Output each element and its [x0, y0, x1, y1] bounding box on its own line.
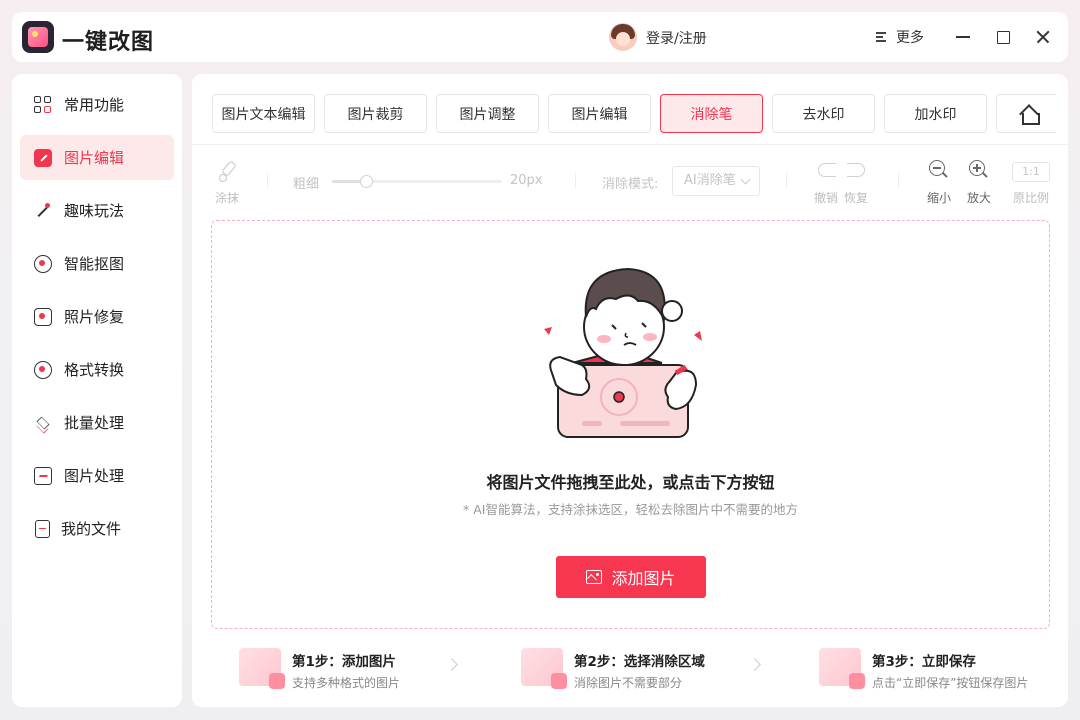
home-button[interactable] [996, 94, 1056, 133]
layers-icon [34, 414, 52, 432]
sidebar-item-label: 智能抠图 [64, 255, 125, 273]
thickness-slider-handle[interactable] [360, 175, 373, 188]
add-image-step-icon [239, 648, 285, 689]
zoom-out-icon[interactable] [929, 160, 949, 180]
sidebar-item-label: 图片编辑 [64, 149, 125, 167]
select-area-step-icon [521, 648, 567, 689]
thickness-slider[interactable] [332, 175, 502, 188]
sidebar-item-label: 批量处理 [64, 414, 125, 432]
step-desc: 点击“立即保存”按钮保存图片 [872, 676, 1029, 690]
sidebar-item-label: 照片修复 [64, 308, 125, 326]
zoom-out-label: 缩小 [927, 191, 952, 205]
edit-icon [34, 148, 52, 167]
tab-remove-watermark[interactable]: 去水印 [772, 94, 875, 133]
file-icon [35, 519, 50, 538]
sidebar-item-batch[interactable]: 批量处理 [20, 400, 174, 445]
minimize-button[interactable] [951, 25, 975, 49]
redo-label: 恢复 [844, 191, 869, 205]
cutout-icon [34, 254, 52, 273]
app-title: 一键改图 [62, 30, 155, 55]
undo-icon[interactable] [818, 163, 836, 177]
boy-with-tablet-illustration [544, 267, 702, 438]
main-panel: 图片文本编辑 图片裁剪 图片调整 图片编辑 消除笔 去水印 加水印 涂抹 粗细 … [192, 74, 1068, 707]
steps-guide: 第1步：添加图片 支持多种格式的图片 第2步：选择消除区域 消除图片不需要部分 … [192, 640, 1068, 700]
user-avatar[interactable] [609, 23, 637, 51]
repair-icon [34, 307, 52, 326]
picture-icon [34, 466, 52, 485]
drop-zone[interactable]: 将图片文件拖拽至此处，或点击下方按钮 * AI智能算法，支持涂抹选区，轻松去除图… [211, 220, 1050, 629]
app-window: 一键改图 登录/注册 更多 常用功能 图片编辑 趣味玩法 智能抠图 照片修复 格… [0, 0, 1080, 720]
chevron-right-icon [445, 658, 458, 671]
grid-icon [34, 95, 52, 114]
sidebar-item-common[interactable]: 常用功能 [20, 82, 174, 127]
close-button[interactable] [1031, 25, 1055, 49]
tab-image-text-edit[interactable]: 图片文本编辑 [212, 94, 315, 133]
sidebar-item-label: 图片处理 [64, 467, 125, 485]
sidebar-item-image-edit[interactable]: 图片编辑 [20, 135, 174, 180]
sidebar-item-repair[interactable]: 照片修复 [20, 294, 174, 339]
undo-label: 撤销 [814, 191, 839, 205]
sidebar-item-convert[interactable]: 格式转换 [20, 347, 174, 392]
home-icon [1020, 106, 1040, 125]
step-title: 第3步：立即保存 [872, 654, 976, 670]
magic-icon [34, 202, 52, 220]
maximize-button[interactable] [991, 25, 1015, 49]
mode-select-value: AI消除笔 [684, 173, 736, 188]
sidebar-item-label: 趣味玩法 [64, 202, 125, 220]
sidebar-item-label: 格式转换 [64, 361, 125, 379]
zoom-in-label: 放大 [967, 191, 992, 205]
chevron-down-icon [740, 174, 751, 185]
chevron-right-icon [748, 658, 761, 671]
sidebar-item-my-files[interactable]: 我的文件 [20, 506, 174, 551]
tab-image-edit[interactable]: 图片编辑 [548, 94, 651, 133]
thickness-label: 粗细 [293, 177, 320, 192]
thickness-value: 20px [510, 173, 543, 188]
sidebar: 常用功能 图片编辑 趣味玩法 智能抠图 照片修复 格式转换 批量处理 图片处理 [12, 74, 182, 707]
tab-adjust[interactable]: 图片调整 [436, 94, 539, 133]
step-title: 第2步：选择消除区域 [574, 654, 705, 670]
more-label: 更多 [896, 30, 924, 46]
tab-add-watermark[interactable]: 加水印 [884, 94, 987, 133]
sidebar-item-image-process[interactable]: 图片处理 [20, 453, 174, 498]
step-desc: 消除图片不需要部分 [574, 676, 683, 690]
mode-label: 消除模式: [602, 177, 659, 192]
sidebar-item-label: 常用功能 [64, 96, 125, 114]
save-step-icon [819, 648, 865, 689]
smear-label: 涂抹 [215, 191, 240, 205]
app-logo [22, 21, 54, 53]
step-title: 第1步：添加图片 [292, 654, 396, 670]
login-register-link[interactable]: 登录/注册 [646, 28, 707, 48]
convert-icon [34, 360, 52, 379]
menu-icon [876, 31, 888, 43]
title-bar: 一键改图 登录/注册 更多 [12, 12, 1068, 62]
sidebar-item-cutout[interactable]: 智能抠图 [20, 241, 174, 286]
eraser-toolbar: 涂抹 粗细 20px 消除模式: AI消除笔 撤销 恢复 缩小 放大 1:1 原… [192, 144, 1068, 214]
tab-eraser[interactable]: 消除笔 [660, 94, 763, 133]
mode-select[interactable]: AI消除笔 [672, 166, 760, 196]
sidebar-item-fun[interactable]: 趣味玩法 [20, 188, 174, 233]
sidebar-item-label: 我的文件 [61, 520, 122, 538]
add-image-label: 添加图片 [611, 569, 676, 588]
drop-zone-title: 将图片文件拖拽至此处，或点击下方按钮 [486, 473, 775, 492]
original-ratio-button[interactable]: 1:1 [1012, 162, 1050, 182]
brush-icon[interactable] [219, 161, 237, 182]
original-ratio-label: 原比例 [1013, 191, 1050, 205]
more-menu-button[interactable]: 更多 [876, 26, 924, 48]
add-image-button[interactable]: 添加图片 [556, 556, 706, 598]
zoom-in-icon[interactable] [969, 160, 989, 180]
tab-crop[interactable]: 图片裁剪 [324, 94, 427, 133]
redo-icon[interactable] [847, 163, 865, 177]
image-icon [586, 570, 603, 584]
drop-zone-subtitle: * AI智能算法，支持涂抹选区，轻松去除图片中不需要的地方 [463, 502, 798, 517]
step-desc: 支持多种格式的图片 [292, 676, 401, 690]
